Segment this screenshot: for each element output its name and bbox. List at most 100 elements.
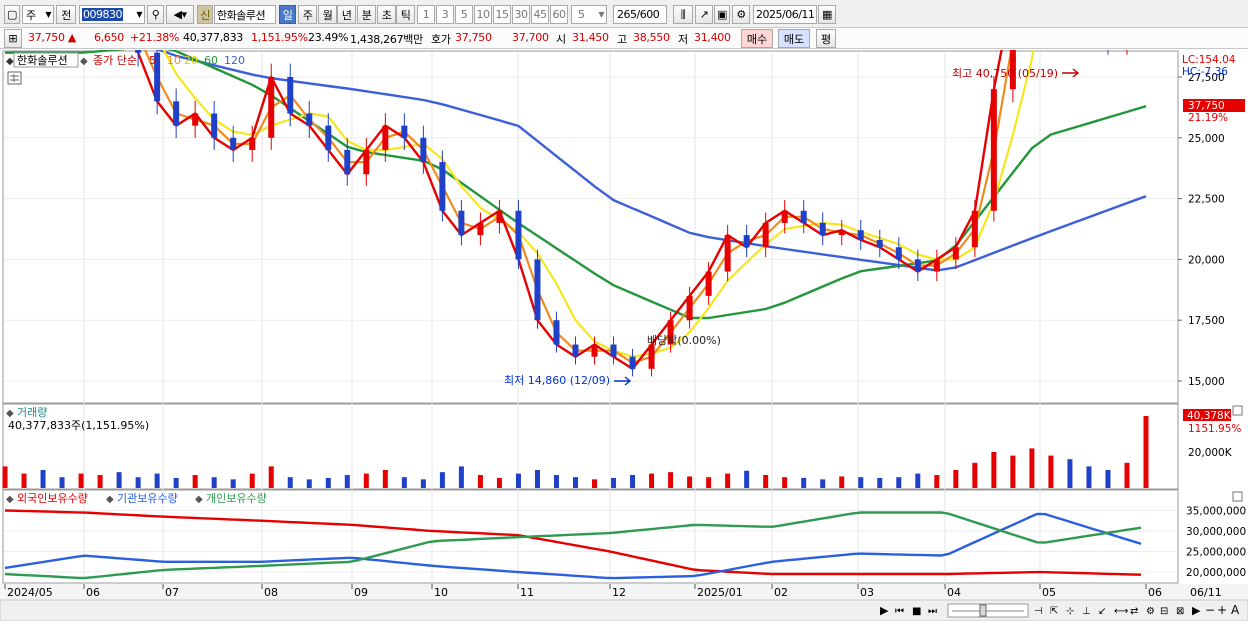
- candle-icon[interactable]: ⫼: [673, 5, 693, 24]
- prev-button[interactable]: 전: [56, 5, 76, 24]
- volume-bar: [363, 473, 369, 488]
- interval-30[interactable]: 30: [512, 5, 530, 24]
- interval-select[interactable]: 5 ▼: [571, 5, 607, 24]
- interval-1[interactable]: 1: [417, 5, 435, 24]
- export-icon[interactable]: ⊠: [1176, 606, 1184, 617]
- print-icon[interactable]: ⊟: [1160, 606, 1168, 617]
- fit-icon[interactable]: ⟷: [1114, 606, 1128, 617]
- expand-icon[interactable]: ⊞: [4, 29, 22, 48]
- volume-bar: [135, 477, 141, 488]
- speaker-icon[interactable]: ◀▾: [166, 5, 194, 24]
- ma-60-label: 60: [204, 54, 218, 67]
- candle-body: [534, 259, 541, 321]
- rewind-icon[interactable]: ⏮: [895, 606, 904, 617]
- stock-name-field[interactable]: 한화솔루션: [214, 5, 276, 24]
- candle-body: [990, 89, 997, 211]
- zoom-in-icon[interactable]: +: [1217, 603, 1227, 617]
- cursor-icon[interactable]: ⇱: [1050, 606, 1058, 617]
- calendar-icon[interactable]: ▦: [818, 5, 836, 24]
- save-icon[interactable]: ▣: [714, 5, 730, 24]
- crosshair-icon[interactable]: ⊹: [1066, 606, 1074, 617]
- arrow-icon[interactable]: ↙: [1098, 606, 1106, 617]
- forward-icon[interactable]: ⏭: [928, 606, 937, 617]
- panel-close-icon[interactable]: [1232, 405, 1243, 416]
- volume-bar: [325, 477, 331, 488]
- date-field[interactable]: 2025/06/11: [753, 5, 817, 24]
- market-select[interactable]: 주 ▼: [22, 5, 54, 24]
- x-label: 10: [434, 586, 448, 599]
- draw-icon[interactable]: ↗: [695, 5, 713, 24]
- volume-pct: 1,151.95%: [251, 31, 308, 44]
- volume-bar: [553, 475, 559, 488]
- count-total: /600: [636, 8, 660, 21]
- hc-value: HC:-7.36: [1182, 66, 1228, 78]
- toggle-icon[interactable]: ⇄: [1130, 606, 1138, 617]
- interval-15[interactable]: 15: [493, 5, 511, 24]
- x-label: 05: [1042, 586, 1056, 599]
- volume-bar: [1143, 416, 1149, 488]
- dot-icon: ◆: [6, 56, 14, 67]
- x-label: 2024/05: [7, 586, 53, 599]
- scroll-bar[interactable]: [0, 599, 1248, 621]
- volume-bar: [268, 466, 274, 488]
- stop-icon[interactable]: ■: [912, 606, 921, 617]
- interval-5[interactable]: 5: [455, 5, 473, 24]
- interval-3[interactable]: 3: [436, 5, 454, 24]
- holding-tick: 30,000,000: [1186, 526, 1246, 538]
- volume-bar: [211, 477, 217, 488]
- bid-price: 37,700: [512, 31, 549, 44]
- ma-20-label: 20: [184, 54, 198, 67]
- x-label: 12: [612, 586, 626, 599]
- period-tick[interactable]: 틱: [396, 5, 415, 24]
- slider-handle[interactable]: [979, 604, 987, 617]
- volume-bar: [401, 477, 407, 488]
- stock-chart[interactable]: ◆ 한화솔루션 ◆ 종가 단순 5 10 20 60 120 40,00035,…: [0, 50, 1248, 621]
- next-icon[interactable]: ▶: [1192, 604, 1201, 617]
- interval-60[interactable]: 60: [550, 5, 568, 24]
- search-icon[interactable]: ⚲: [147, 5, 164, 24]
- candle-body: [382, 125, 389, 150]
- dot-icon: ◆: [6, 408, 14, 419]
- play-icon[interactable]: ▶: [880, 604, 889, 617]
- candle-body: [686, 295, 693, 321]
- count-field[interactable]: 265/600: [613, 5, 667, 24]
- zoom-out-icon[interactable]: −: [1205, 603, 1215, 617]
- volume-bar: [649, 473, 655, 488]
- candle-body: [952, 247, 959, 260]
- period-day[interactable]: 일: [279, 5, 296, 24]
- chevron-down-icon: ▼: [45, 10, 51, 19]
- stock-code-input[interactable]: 009830 ▼: [79, 5, 145, 24]
- volume-bar: [934, 475, 940, 488]
- interval-10[interactable]: 10: [474, 5, 492, 24]
- candle-body: [458, 210, 465, 236]
- volume-bar: [173, 477, 179, 488]
- market-value: 주: [26, 8, 36, 22]
- period-second[interactable]: 초: [377, 5, 396, 24]
- eval-button[interactable]: 평: [816, 29, 836, 48]
- panel-close-icon[interactable]: [1232, 491, 1243, 502]
- period-week[interactable]: 주: [298, 5, 317, 24]
- gear-icon[interactable]: ⚙: [732, 5, 750, 24]
- settings-icon[interactable]: ⚙: [1146, 606, 1155, 617]
- holding-legend-foreign: 외국인보유수량: [17, 492, 88, 505]
- font-size-icon[interactable]: A: [1231, 603, 1240, 617]
- measure-icon[interactable]: ⊥: [1082, 606, 1091, 617]
- volume-bar: [420, 479, 426, 488]
- period-month[interactable]: 월: [318, 5, 337, 24]
- volume-bar: [116, 472, 122, 488]
- high-label: 고: [617, 33, 627, 46]
- period-year[interactable]: 년: [337, 5, 356, 24]
- interval-45[interactable]: 45: [531, 5, 549, 24]
- candle-body: [496, 210, 503, 223]
- sell-button[interactable]: 매도: [778, 29, 810, 48]
- period-minute[interactable]: 분: [357, 5, 376, 24]
- dividend-annotation: 배당락(0.00%): [647, 334, 721, 347]
- candle-body: [800, 210, 807, 223]
- window-icon[interactable]: ▢: [4, 5, 20, 24]
- x-label: 07: [165, 586, 179, 599]
- buy-button[interactable]: 매수: [741, 29, 773, 48]
- holding-axis: 35,000,000 30,000,000 25,000,000 20,000,000: [1186, 506, 1246, 580]
- low-label: 저: [678, 33, 688, 46]
- price-change-pct: +21.38%: [130, 31, 180, 44]
- tool-icon[interactable]: ⊣: [1034, 606, 1043, 617]
